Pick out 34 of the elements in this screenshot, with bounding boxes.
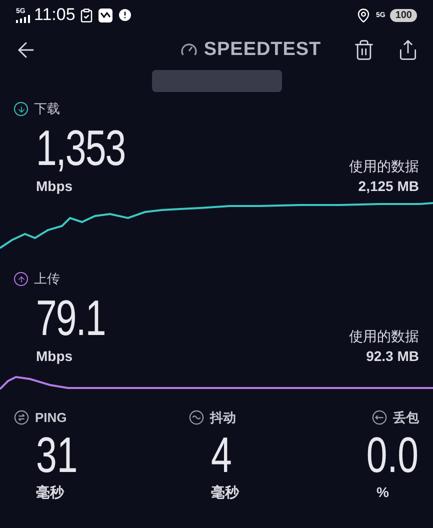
speed-unit: Mbps bbox=[36, 347, 74, 366]
location-icon bbox=[356, 8, 371, 22]
data-used-value: 92.3 MB bbox=[366, 347, 419, 366]
alert-icon bbox=[117, 7, 134, 23]
stat-unit: 毫秒 bbox=[36, 482, 64, 502]
stat-label: PING bbox=[35, 409, 67, 427]
stat-value: 0.0 bbox=[366, 428, 419, 482]
clipboard-check-icon bbox=[79, 8, 94, 22]
jitter-icon bbox=[189, 410, 204, 426]
metric-label: 上传 bbox=[34, 270, 60, 288]
battery-indicator: 100 bbox=[390, 8, 417, 22]
download-icon bbox=[14, 102, 28, 116]
signal-icon bbox=[16, 14, 30, 22]
ping-icon bbox=[14, 410, 29, 426]
upload-icon bbox=[14, 272, 28, 286]
data-used-label: 使用的数据 bbox=[349, 157, 419, 176]
share-icon bbox=[397, 39, 419, 61]
speed-unit: Mbps bbox=[36, 177, 74, 196]
clock-time: 11:05 bbox=[34, 4, 76, 26]
stat-value: 4 bbox=[211, 428, 232, 482]
speed-value: 79.1 bbox=[36, 290, 106, 346]
stat-value: 31 bbox=[36, 428, 78, 482]
packet-loss-icon bbox=[372, 410, 387, 426]
stat-unit: 毫秒 bbox=[211, 482, 239, 502]
stat-label: 抖动 bbox=[210, 409, 236, 427]
app-notification-icon bbox=[98, 8, 114, 22]
stat-unit: % bbox=[376, 482, 389, 502]
data-used-label: 使用的数据 bbox=[349, 327, 419, 346]
metric-label: 下载 bbox=[34, 100, 60, 118]
stat-label: 丢包 bbox=[393, 409, 419, 427]
data-used-value: 2,125 MB bbox=[358, 177, 419, 196]
trash-icon bbox=[353, 39, 375, 61]
speed-value: 1,353 bbox=[36, 120, 126, 176]
app-title: SPEEDTEST bbox=[204, 38, 322, 62]
